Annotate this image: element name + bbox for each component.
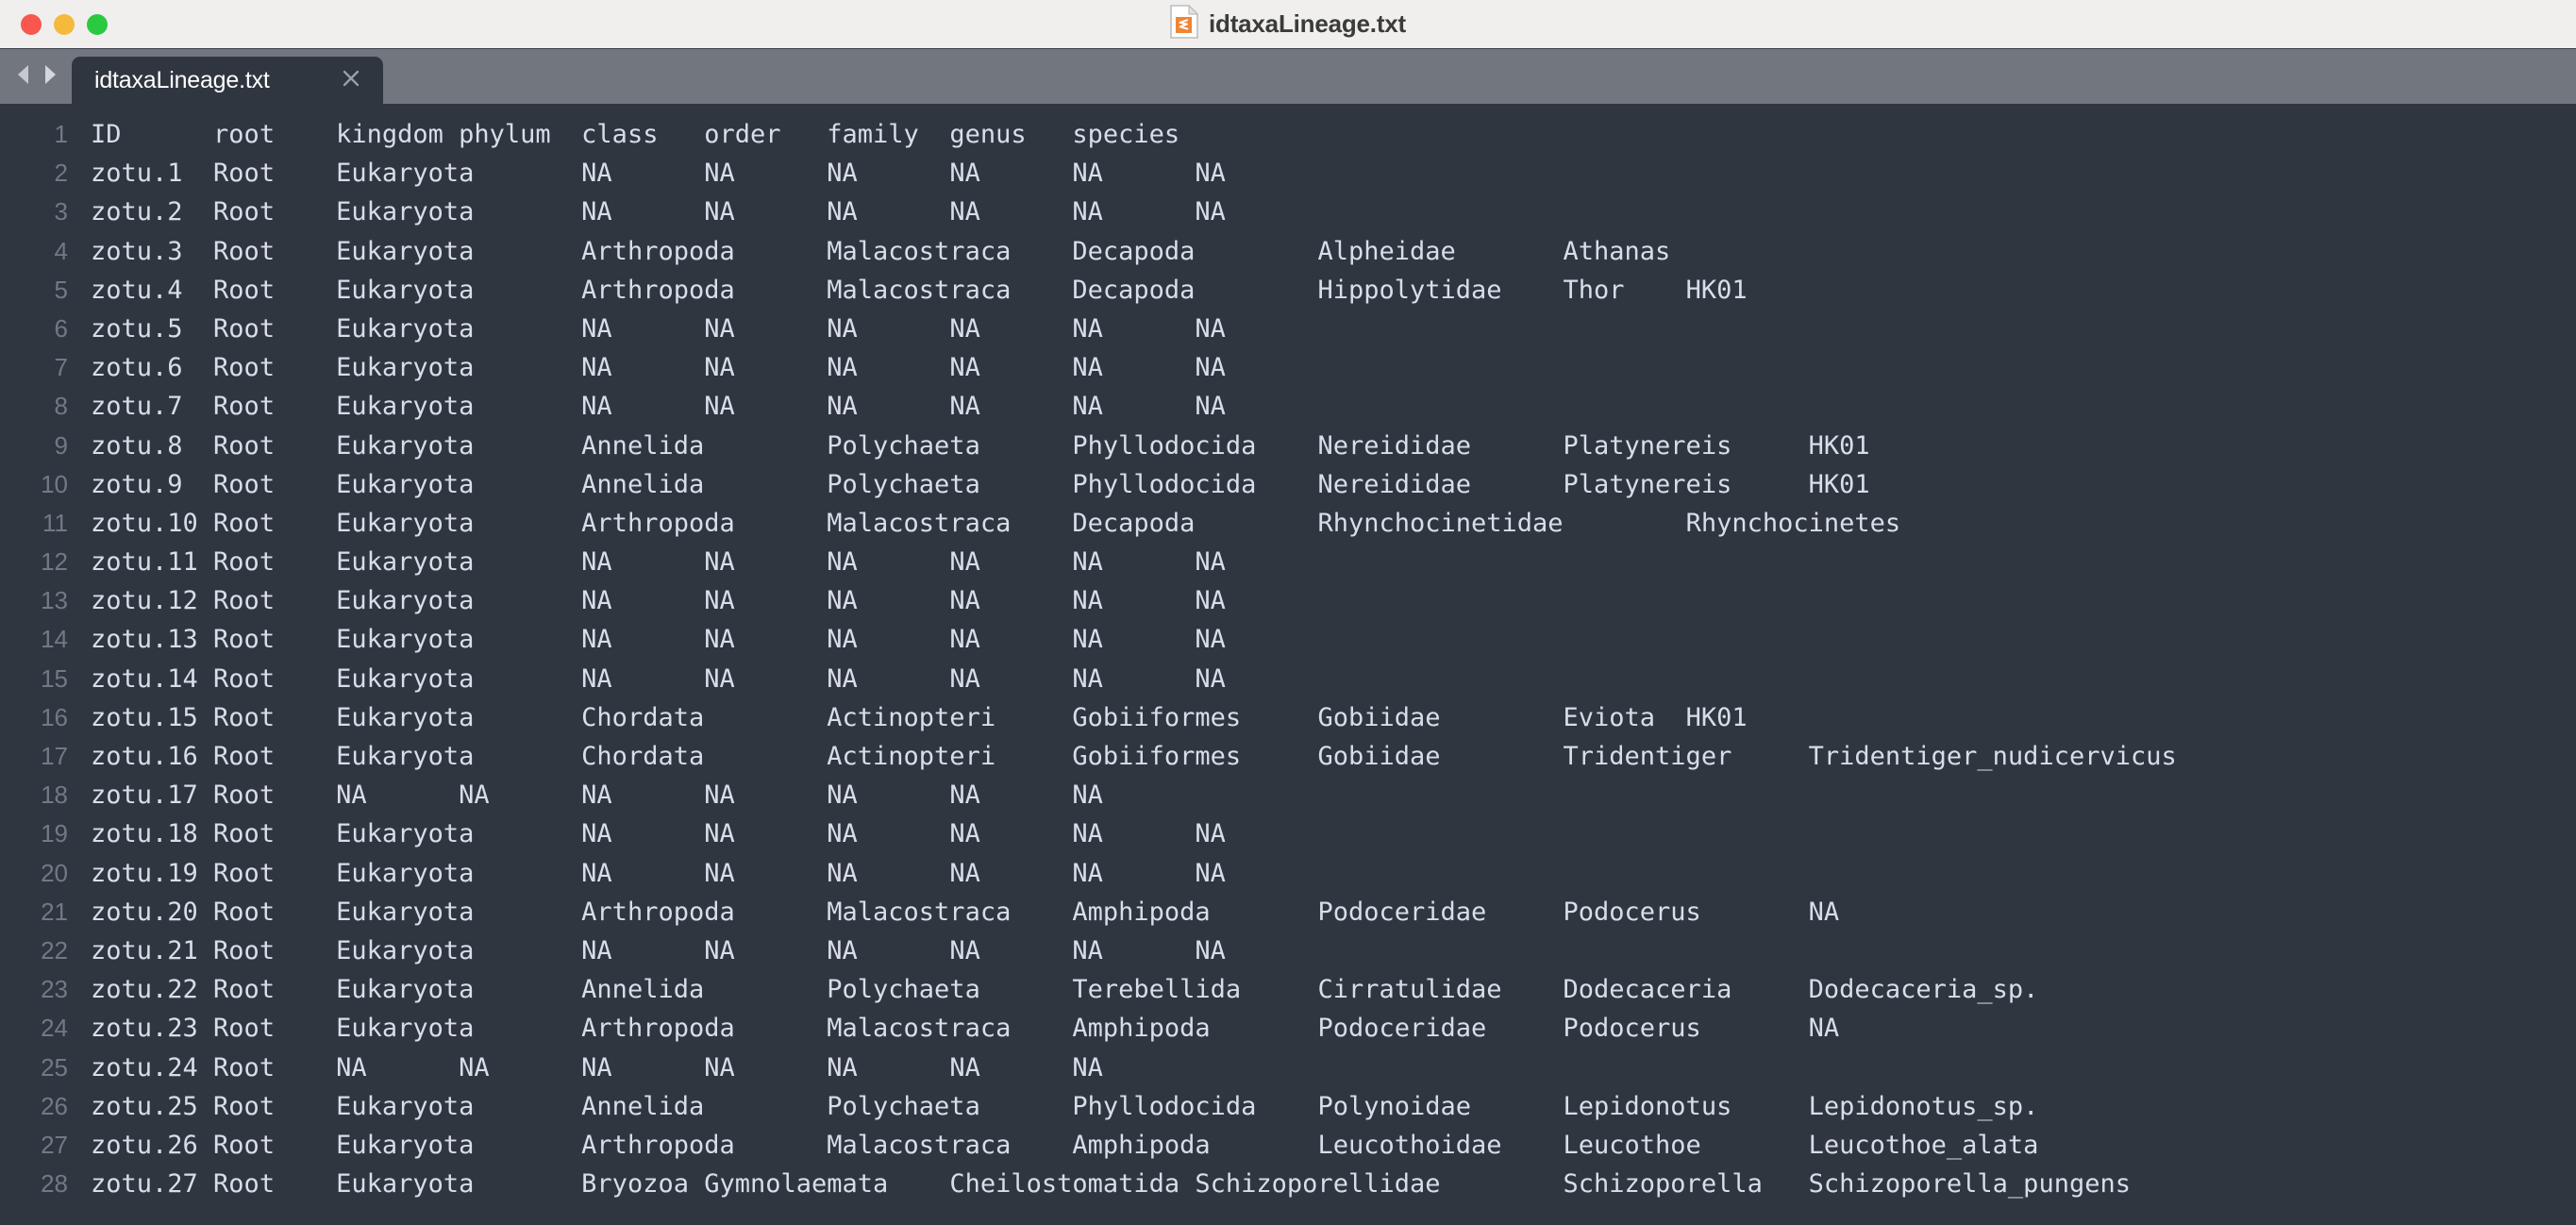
nav-back-arrow-icon[interactable] [13, 62, 34, 92]
code-line[interactable]: zotu.17 Root NA NA NA NA NA NA NA [91, 776, 2576, 814]
line-number: 28 [41, 1169, 68, 1199]
line-number: 18 [41, 780, 68, 810]
close-window-button[interactable] [21, 13, 42, 35]
minimize-window-button[interactable] [54, 13, 75, 35]
line-number: 4 [54, 236, 68, 265]
code-line[interactable]: zotu.18 Root Eukaryota NA NA NA NA NA NA [91, 814, 2576, 853]
code-line[interactable]: zotu.26 Root Eukaryota Arthropoda Malaco… [91, 1126, 2576, 1165]
text-editor-window: idtaxaLineage.txt idtaxaLineage.txt 1 2 … [0, 0, 2576, 1225]
code-line[interactable]: zotu.14 Root Eukaryota NA NA NA NA NA NA [91, 660, 2576, 698]
code-line[interactable]: zotu.2 Root Eukaryota NA NA NA NA NA NA [91, 193, 2576, 231]
sublime-text-document-icon [1170, 4, 1199, 43]
code-line[interactable]: ID root kingdom phylum class order famil… [91, 115, 2576, 154]
line-number: 15 [41, 663, 68, 693]
code-line[interactable]: zotu.10 Root Eukaryota Arthropoda Malaco… [91, 504, 2576, 543]
line-number: 26 [41, 1091, 68, 1120]
code-line[interactable]: zotu.3 Root Eukaryota Arthropoda Malacos… [91, 232, 2576, 271]
tab-bar: idtaxaLineage.txt [0, 49, 2576, 104]
line-number: 17 [41, 742, 68, 770]
code-line[interactable]: zotu.20 Root Eukaryota Arthropoda Malaco… [91, 893, 2576, 931]
nav-forward-arrow-icon[interactable] [40, 62, 60, 92]
code-line[interactable]: zotu.9 Root Eukaryota Annelida Polychaet… [91, 465, 2576, 504]
code-line[interactable]: zotu.15 Root Eukaryota Chordata Actinopt… [91, 698, 2576, 737]
code-line[interactable]: zotu.11 Root Eukaryota NA NA NA NA NA NA [91, 543, 2576, 581]
window-title-text: idtaxaLineage.txt [1209, 9, 1406, 38]
line-number: 25 [41, 1052, 68, 1082]
code-line[interactable]: zotu.27 Root Eukaryota Bryozoa Gymnolaem… [91, 1165, 2576, 1203]
close-icon[interactable] [340, 67, 362, 94]
code-line[interactable]: zotu.4 Root Eukaryota Arthropoda Malacos… [91, 271, 2576, 310]
code-line[interactable]: zotu.8 Root Eukaryota Annelida Polychaet… [91, 427, 2576, 465]
line-number: 19 [41, 819, 68, 848]
line-number: 8 [54, 392, 68, 421]
line-number: 21 [41, 897, 68, 926]
line-number: 10 [41, 469, 68, 498]
line-number: 13 [41, 586, 68, 615]
code-line[interactable]: zotu.23 Root Eukaryota Arthropoda Malaco… [91, 1009, 2576, 1048]
code-line[interactable]: zotu.7 Root Eukaryota NA NA NA NA NA NA [91, 387, 2576, 426]
line-number: 2 [54, 159, 68, 188]
code-line[interactable]: zotu.22 Root Eukaryota Annelida Polychae… [91, 970, 2576, 1009]
line-number: 20 [41, 858, 68, 887]
line-number: 16 [41, 702, 68, 731]
line-number: 7 [54, 353, 68, 382]
maximize-window-button[interactable] [87, 13, 108, 35]
tab-idtaxalineage[interactable]: idtaxaLineage.txt [72, 57, 383, 104]
code-line[interactable]: zotu.16 Root Eukaryota Chordata Actinopt… [91, 737, 2576, 776]
tab-label: idtaxaLineage.txt [94, 66, 270, 93]
code-line[interactable]: zotu.25 Root Eukaryota Annelida Polychae… [91, 1087, 2576, 1126]
line-number: 27 [41, 1130, 68, 1159]
line-number: 11 [42, 508, 68, 537]
line-number-gutter: 1 2 3 4 5 6 7 8 9 10 11 12 13 14 15 16 17 18 19 20 21 22 23 24 2… [0, 104, 83, 1225]
line-number: 12 [41, 547, 68, 577]
line-number: 5 [54, 275, 68, 304]
code-line[interactable]: zotu.5 Root Eukaryota NA NA NA NA NA NA [91, 310, 2576, 348]
tab-nav-arrows [0, 49, 72, 104]
line-number: 9 [54, 430, 68, 460]
line-number: 14 [41, 625, 68, 654]
code-line[interactable]: zotu.13 Root Eukaryota NA NA NA NA NA NA [91, 620, 2576, 659]
code-line[interactable]: zotu.21 Root Eukaryota NA NA NA NA NA NA [91, 931, 2576, 970]
code-line[interactable]: zotu.19 Root Eukaryota NA NA NA NA NA NA [91, 854, 2576, 893]
line-number: 6 [54, 313, 68, 343]
code-line[interactable]: zotu.6 Root Eukaryota NA NA NA NA NA NA [91, 348, 2576, 387]
line-number: 3 [54, 197, 68, 227]
code-line[interactable]: zotu.12 Root Eukaryota NA NA NA NA NA NA [91, 581, 2576, 620]
window-titlebar: idtaxaLineage.txt [0, 0, 2576, 49]
code-text-area[interactable]: ID root kingdom phylum class order famil… [83, 104, 2576, 1225]
code-line[interactable]: zotu.24 Root NA NA NA NA NA NA NA [91, 1049, 2576, 1087]
window-title-group: idtaxaLineage.txt [0, 0, 2576, 48]
code-editor[interactable]: 1 2 3 4 5 6 7 8 9 10 11 12 13 14 15 16 17 18 19 20 21 22 23 24 2… [0, 104, 2576, 1225]
line-number: 24 [41, 1014, 68, 1043]
line-number: 1 [54, 120, 68, 148]
line-number: 23 [41, 975, 68, 1004]
traffic-light-group [0, 13, 108, 35]
line-number: 22 [41, 935, 68, 965]
code-line[interactable]: zotu.1 Root Eukaryota NA NA NA NA NA NA [91, 154, 2576, 193]
